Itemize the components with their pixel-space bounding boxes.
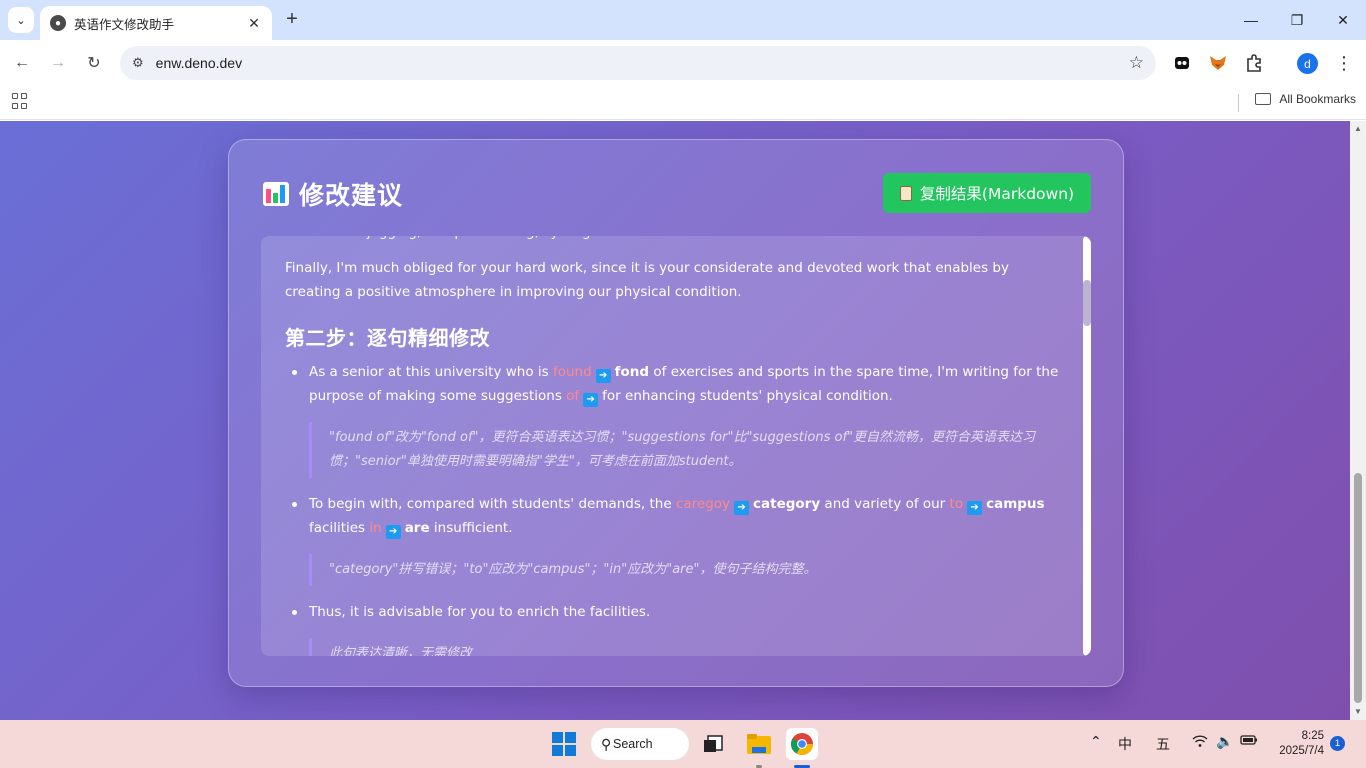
right-arrow-icon: ➔	[595, 369, 611, 383]
scroll-down-icon[interactable]: ▼	[1354, 707, 1362, 716]
sentence-text: As a senior at this university who is	[309, 364, 553, 380]
list-item: As a senior at this university who is fo…	[285, 360, 1065, 408]
inner-scrollbar-thumb[interactable]	[1083, 280, 1091, 326]
sentence-text: To begin with, compared with students' d…	[309, 496, 676, 512]
minimize-button[interactable]: —	[1228, 0, 1274, 40]
ime-layout[interactable]: 五	[1156, 734, 1170, 754]
all-bookmarks-label: All Bookmarks	[1279, 92, 1356, 106]
wrong-word: to	[949, 496, 964, 512]
card-header: 修改建议	[263, 176, 403, 212]
copy-markdown-button[interactable]: 复制结果(Markdown)	[883, 173, 1091, 213]
page-background: 修改建议 复制结果(Markdown) such as the jogging,…	[0, 121, 1350, 720]
windows-start-icon[interactable]	[548, 728, 580, 760]
fox-extension-icon[interactable]	[1207, 52, 1229, 74]
result-content: such as the jogging, campus walking, cyc…	[285, 236, 1065, 656]
corrected-word: are	[404, 520, 430, 536]
bookmarks-separator	[1238, 94, 1239, 112]
extension-icon[interactable]	[1171, 52, 1193, 74]
revision-note: "found of"改为"fond of"，更符合英语表达习惯；"suggest…	[309, 422, 1065, 478]
puzzle-extensions-icon[interactable]	[1243, 52, 1265, 74]
scroll-up-icon[interactable]: ▲	[1354, 124, 1362, 133]
clock-date: 2025/7/4	[1279, 745, 1324, 757]
sentence-text: insufficient.	[429, 520, 513, 536]
globe-icon: ●	[50, 15, 66, 31]
taskbar: ⚲ Search ⌃ 中 五 🔈 8:25 2025/7/4 1	[0, 720, 1366, 768]
ime-mode[interactable]: 中	[1118, 734, 1132, 754]
tab-strip: ⌄ ● 英语作文修改助手 ✕ + — ❐ ✕	[0, 0, 1366, 40]
apps-grid-icon[interactable]	[12, 93, 28, 109]
clock-time: 8:25	[1301, 730, 1324, 742]
search-icon: ⚲	[601, 735, 612, 752]
step2-heading: 第二步：逐句精细修改	[285, 326, 490, 350]
revision-note: 此句表达清晰，无需修改	[309, 638, 1065, 656]
sentence-text: Thus, it is advisable for you to enrich …	[309, 604, 651, 620]
url-text[interactable]: enw.deno.dev	[156, 55, 1129, 71]
chrome-taskbar-icon[interactable]	[786, 728, 818, 760]
bookmarks-bar: All Bookmarks	[0, 86, 1366, 120]
wifi-icon[interactable]	[1192, 734, 1208, 752]
chevron-up-icon[interactable]: ⌃	[1090, 734, 1102, 750]
close-icon[interactable]: ✕	[246, 15, 262, 32]
all-bookmarks-button[interactable]: All Bookmarks	[1255, 92, 1356, 106]
corrected-word: for	[602, 388, 621, 404]
tab-title: 英语作文修改助手	[74, 16, 175, 32]
card-title: 修改建议	[299, 181, 404, 210]
finally-paragraph: Finally, I'm much obliged for your hard …	[285, 260, 1009, 300]
forward-arrow-icon[interactable]: →	[46, 51, 70, 75]
search-label: Search	[613, 737, 653, 751]
bullet-dot	[292, 610, 297, 615]
page-scrollbar-thumb[interactable]	[1354, 473, 1362, 703]
corrected-word: campus	[986, 496, 1045, 512]
copy-button-label: 复制结果(Markdown)	[919, 185, 1075, 203]
bullet-dot	[292, 502, 297, 507]
file-explorer-icon[interactable]	[743, 728, 775, 760]
speaker-icon[interactable]: 🔈	[1216, 734, 1233, 750]
bookmark-star-icon[interactable]: ☆	[1129, 53, 1144, 73]
new-tab-plus-icon[interactable]: +	[281, 8, 303, 30]
wrong-word: of	[566, 388, 580, 404]
battery-icon[interactable]	[1240, 734, 1258, 750]
notification-badge[interactable]: 1	[1330, 736, 1345, 751]
wrong-word: caregoy	[675, 496, 731, 512]
site-settings-icon[interactable]: ⚙	[132, 55, 144, 71]
sentence-text: and variety of our	[820, 496, 950, 512]
clipped-line: such as the jogging, campus walking, cyc…	[285, 236, 1065, 244]
menu-kebab-icon[interactable]: ⋮	[1333, 52, 1355, 74]
taskbar-clock[interactable]: 8:25 2025/7/4	[1274, 729, 1324, 759]
right-arrow-icon: ➔	[734, 501, 750, 515]
folder-icon	[1255, 93, 1272, 105]
result-scroll-area[interactable]: such as the jogging, campus walking, cyc…	[261, 236, 1091, 656]
suggestions-card: 修改建议 复制结果(Markdown) such as the jogging,…	[228, 139, 1124, 687]
profile-avatar[interactable]: d	[1297, 53, 1318, 74]
task-view-icon[interactable]	[697, 728, 729, 760]
right-arrow-icon: ➔	[385, 525, 401, 539]
address-bar[interactable]: ⚙ enw.deno.dev ☆	[120, 46, 1156, 80]
revision-note: "category"拼写错误；"to"应改为"campus"；"in"应改为"a…	[309, 554, 1065, 586]
list-item: To begin with, compared with students' d…	[285, 492, 1065, 540]
browser-toolbar: ← → ↻ ⚙ enw.deno.dev ☆ d ⋮	[0, 40, 1366, 86]
sentence-text: facilities	[309, 520, 370, 536]
bullet-dot	[292, 370, 297, 375]
tab-search-chevron-icon[interactable]: ⌄	[8, 7, 34, 33]
back-arrow-icon[interactable]: ←	[10, 51, 34, 75]
list-item: Thus, it is advisable for you to enrich …	[285, 600, 1065, 624]
restore-button[interactable]: ❐	[1274, 0, 1320, 40]
sentence-text: enhancing students' physical condition.	[620, 388, 893, 404]
bar-chart-icon	[263, 182, 289, 206]
corrected-word: fond	[614, 364, 650, 380]
corrected-word: category	[753, 496, 821, 512]
tab-active[interactable]: ● 英语作文修改助手 ✕	[40, 6, 272, 40]
reload-icon[interactable]: ↻	[82, 51, 106, 75]
page-scrollbar[interactable]: ▲ ▼	[1350, 121, 1366, 720]
wrong-word: found	[552, 364, 592, 380]
close-window-button[interactable]: ✕	[1320, 0, 1366, 40]
taskbar-search[interactable]: ⚲ Search	[591, 728, 689, 760]
clipboard-icon	[899, 185, 912, 201]
right-arrow-icon: ➔	[967, 501, 983, 515]
right-arrow-icon: ➔	[583, 393, 599, 407]
wrong-word: in	[369, 520, 382, 536]
